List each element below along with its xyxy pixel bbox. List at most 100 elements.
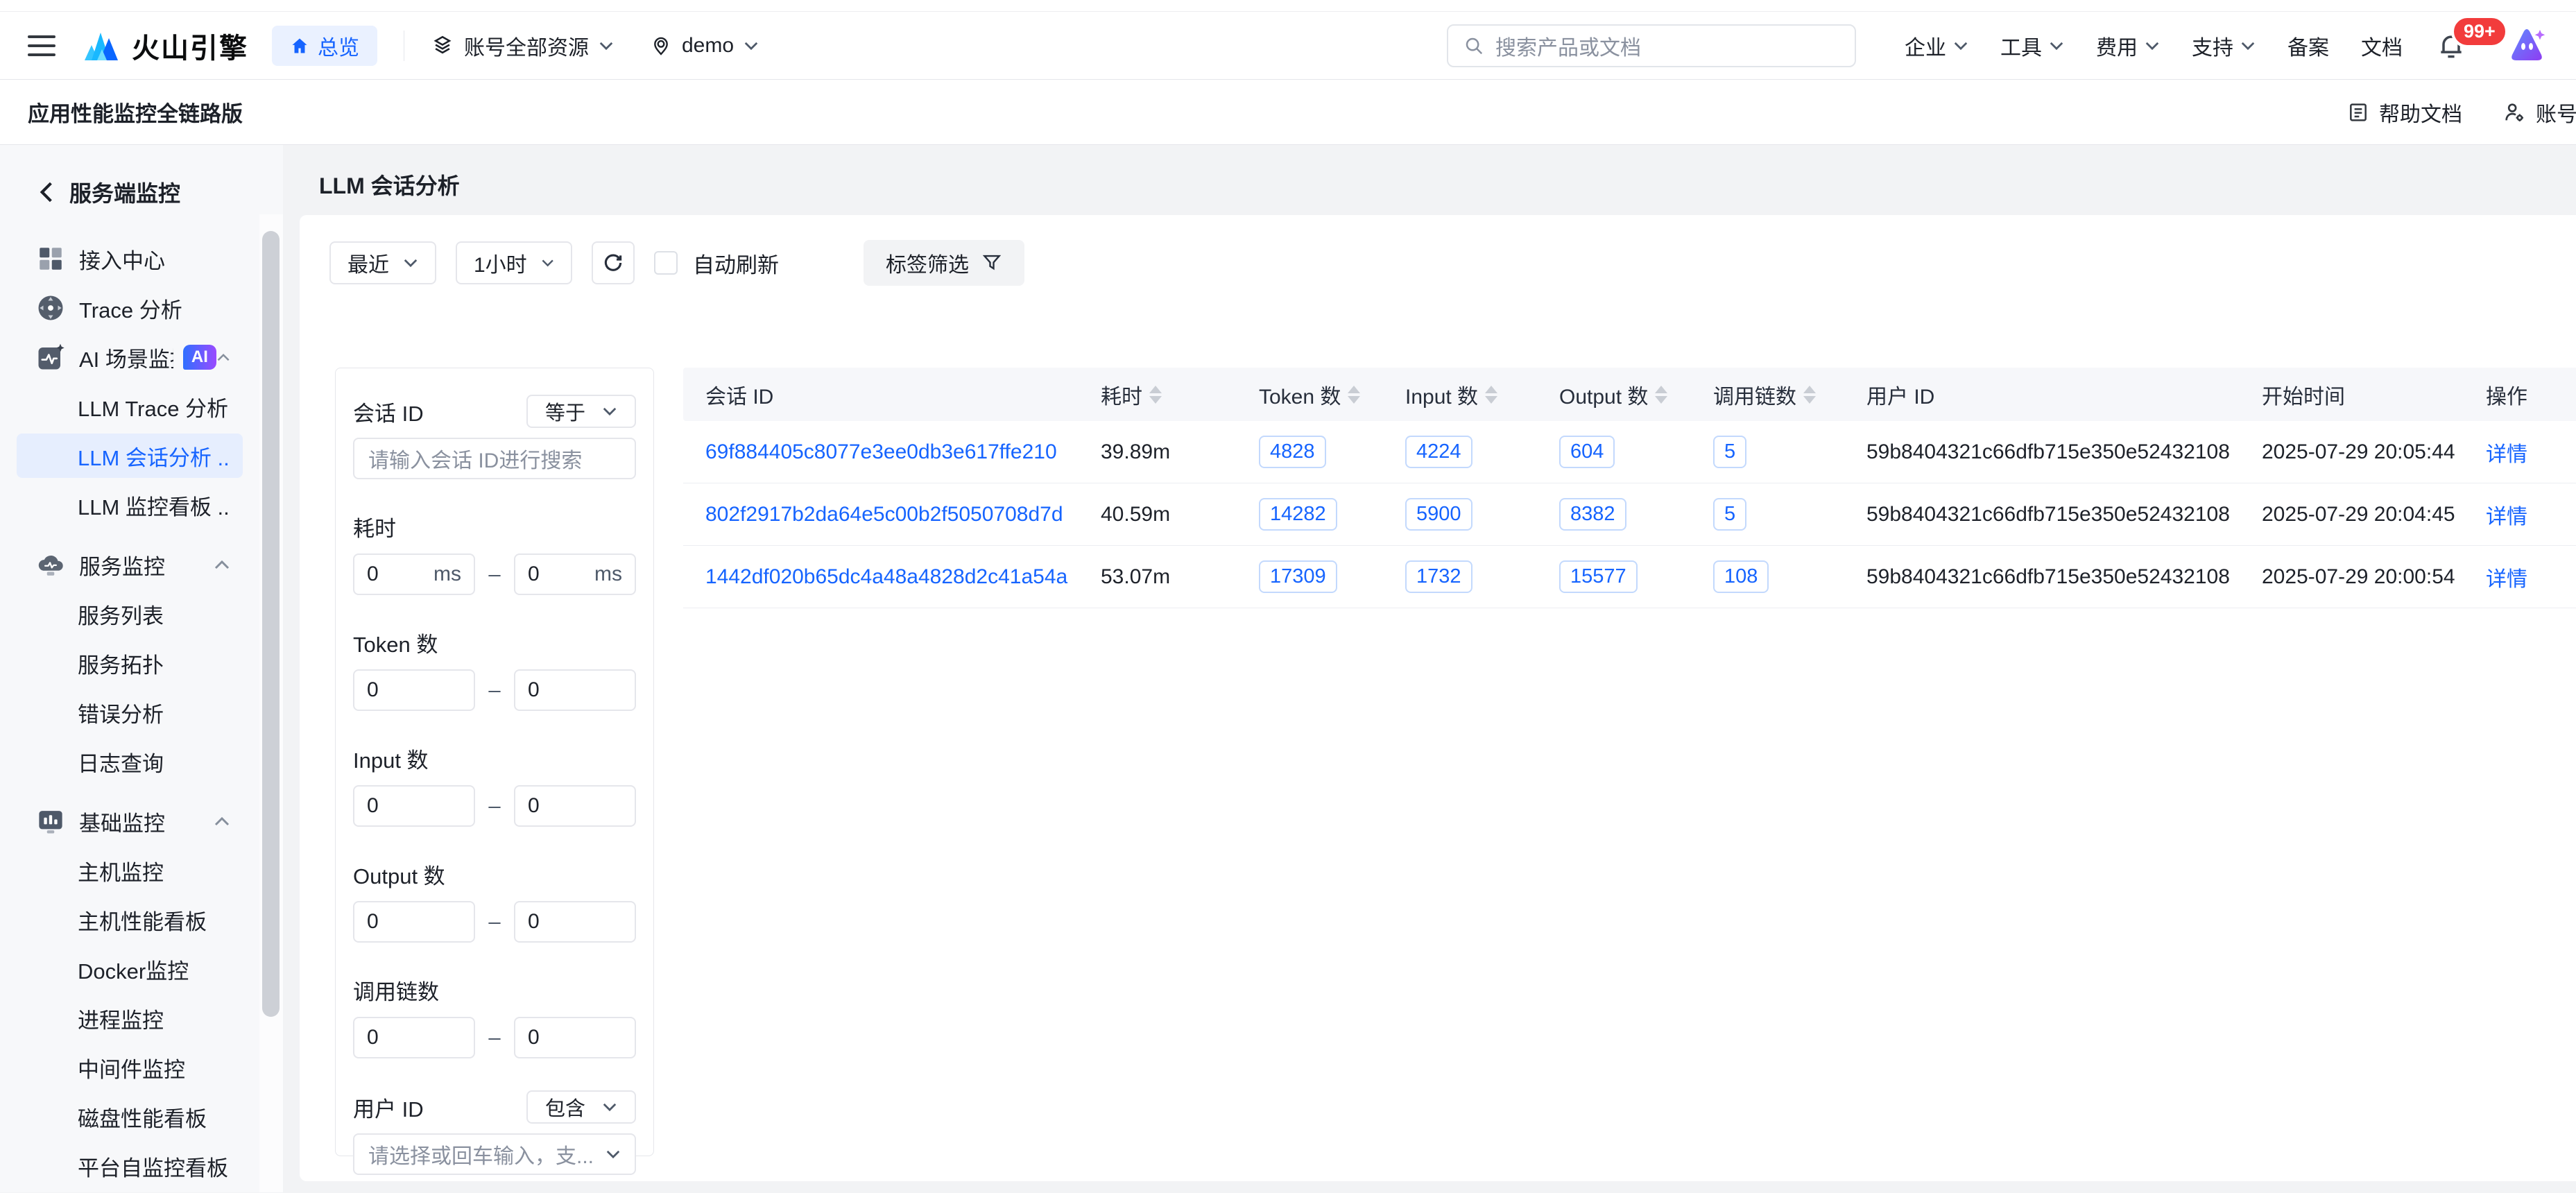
row-detail-link[interactable]: 详情 (2486, 506, 2527, 529)
volcengine-logo[interactable]: 火山引擎 (83, 26, 248, 66)
column-header-input[interactable]: Input 数 (1405, 379, 1559, 410)
output-count-badge[interactable]: 604 (1559, 436, 1615, 468)
sidebar-item-label: 主机监控 (78, 855, 164, 886)
sidebar-item-error-analysis[interactable]: 错误分析 (17, 690, 243, 735)
session-id-input[interactable]: 请输入会话 ID进行搜索 (353, 438, 636, 479)
user-id-select-input[interactable]: 请选择或回车输入，支... (353, 1133, 636, 1175)
sidebar-scrollbar-thumb[interactable] (262, 231, 280, 1017)
duration-max-input[interactable]: 0ms (514, 553, 636, 595)
sidebar-title: 服务端监控 (69, 176, 180, 208)
hamburger-menu-icon[interactable] (28, 35, 55, 56)
token-max-input[interactable]: 0 (514, 669, 636, 711)
sort-icon[interactable] (1803, 386, 1816, 404)
user-id-operator-select[interactable]: 包含 (526, 1090, 636, 1124)
auto-refresh-toggle[interactable]: 自动刷新 (654, 248, 779, 279)
global-search-input[interactable]: 搜索产品或文档 (1447, 24, 1856, 67)
duration-min-input[interactable]: 0ms (353, 553, 475, 595)
input-min-input[interactable]: 0 (353, 785, 475, 827)
notification-bell[interactable]: 99+ (2436, 31, 2466, 61)
output-min-input[interactable]: 0 (353, 901, 475, 943)
menu-icp-filing[interactable]: 备案 (2287, 31, 2329, 61)
token-min-input[interactable]: 0 (353, 669, 475, 711)
sidebar-item-middleware-monitoring[interactable]: 中间件监控 (17, 1045, 243, 1090)
filter-user-id: 用户 ID 包含 请选择或回车输入，支... (353, 1090, 636, 1175)
account-resources-label: 账号全部资源 (464, 31, 589, 61)
sidebar-item-disk-performance-dashboard[interactable]: 磁盘性能看板 (17, 1095, 243, 1139)
tag-filter-button[interactable]: 标签筛选 (864, 240, 1024, 286)
overview-button[interactable]: 总览 (272, 26, 377, 66)
sidebar-item-trace-analysis[interactable]: Trace 分析 (17, 286, 243, 330)
refresh-button[interactable] (592, 241, 635, 284)
traces-count-badge[interactable]: 108 (1713, 560, 1769, 593)
user-id-placeholder: 请选择或回车输入，支... (368, 1139, 594, 1169)
column-header-output[interactable]: Output 数 (1559, 379, 1713, 410)
query-toolbar: 最近 1小时 自动刷新 标签筛选 (329, 241, 1024, 284)
trace-count-min-input[interactable]: 0 (353, 1017, 475, 1058)
sort-icon[interactable] (1655, 386, 1667, 404)
sidebar-item-host-monitoring[interactable]: 主机监控 (17, 848, 243, 893)
row-detail-link[interactable]: 详情 (2486, 443, 2527, 466)
sidebar-item-llm-session-analysis[interactable]: LLM 会话分析 ... (17, 434, 243, 478)
region-dropdown[interactable]: demo (650, 34, 759, 58)
sidebar-item-ai-scenario-monitoring[interactable]: AI 场景监控AI (17, 335, 243, 379)
sidebar-back-header[interactable]: 服务端监控 (0, 145, 283, 209)
sidebar-item-label: Docker监控 (78, 954, 189, 985)
session-id-link[interactable]: 802f2917b2da64e5c00b2f5050708d7d (705, 503, 1063, 526)
column-header-token[interactable]: Token 数 (1259, 379, 1405, 410)
sidebar-item-llm-dashboard[interactable]: LLM 监控看板 ... (17, 483, 243, 527)
token-count-badge[interactable]: 17309 (1259, 560, 1337, 593)
traces-count-badge[interactable]: 5 (1713, 498, 1746, 531)
sidebar-item-host-performance-dashboard[interactable]: 主机性能看板 (17, 898, 243, 942)
sort-icon[interactable] (1149, 386, 1162, 404)
help-docs-link[interactable]: 帮助文档 (2347, 97, 2462, 128)
sidebar-item-llm-trace-analysis[interactable]: LLM Trace 分析 (17, 384, 243, 429)
menu-support[interactable]: 支持 (2192, 31, 2256, 61)
auto-refresh-checkbox[interactable] (654, 251, 678, 275)
sidebar-item-process-monitoring[interactable]: 进程监控 (17, 996, 243, 1040)
sidebar-item-docker-monitoring[interactable]: Docker监控 (17, 947, 243, 991)
sidebar-item-service-monitoring[interactable]: 服务监控 (17, 542, 243, 587)
tag-filter-label: 标签筛选 (886, 248, 969, 278)
sidebar-item-infra-monitoring[interactable]: 基础监控 (17, 799, 243, 843)
session-id-operator-select[interactable]: 等于 (526, 395, 636, 428)
trace-count-max-input[interactable]: 0 (514, 1017, 636, 1058)
output-count-badge[interactable]: 8382 (1559, 498, 1626, 531)
session-id-link[interactable]: 69f884405c8077e3ee0db3e617ffe210 (705, 440, 1057, 463)
column-header-duration[interactable]: 耗时 (1101, 379, 1259, 410)
column-header-traces[interactable]: 调用链数 (1713, 379, 1866, 410)
sidebar-item-service-topology[interactable]: 服务拓扑 (17, 641, 243, 685)
row-detail-link[interactable]: 详情 (2486, 568, 2527, 591)
input-max-input[interactable]: 0 (514, 785, 636, 827)
output-count-badge[interactable]: 15577 (1559, 560, 1638, 593)
chevron-up-icon (216, 352, 230, 363)
sidebar-item-log-query[interactable]: 日志查询 (17, 739, 243, 784)
traces-count-badge[interactable]: 5 (1713, 436, 1746, 468)
menu-tools[interactable]: 工具 (2000, 31, 2064, 61)
input-count-badge[interactable]: 4224 (1405, 436, 1472, 468)
input-count-badge[interactable]: 5900 (1405, 498, 1472, 531)
time-mode-dropdown[interactable]: 最近 (329, 241, 436, 284)
account-resources-dropdown[interactable]: 账号全部资源 (431, 31, 614, 61)
ai-assistant-avatar[interactable] (2505, 26, 2548, 66)
sort-icon[interactable] (1485, 386, 1497, 404)
input-count-badge[interactable]: 1732 (1405, 560, 1472, 593)
top-navbar: 火山引擎 总览 账号全部资源 demo 搜索产品或文档 企业 工具 费用 支持 … (0, 12, 2576, 80)
sidebar-item-service-list[interactable]: 服务列表 (17, 592, 243, 636)
menu-billing[interactable]: 费用 (2096, 31, 2160, 61)
sidebar-item-access-center[interactable]: 接入中心 (17, 237, 243, 281)
session-id-link[interactable]: 1442df020b65dc4a48a4828d2c41a54a (705, 565, 1067, 588)
menu-enterprise[interactable]: 企业 (1905, 31, 1968, 61)
column-header-user_id: 用户 ID (1866, 379, 2262, 410)
cloud-monitor-icon (36, 550, 65, 579)
sort-icon[interactable] (1348, 386, 1360, 404)
token-count-badge[interactable]: 14282 (1259, 498, 1337, 531)
time-range-dropdown[interactable]: 1小时 (456, 241, 572, 284)
main-area: LLM 会话分析 最近 1小时 自动 (283, 145, 2576, 1192)
menu-docs[interactable]: 文档 (2361, 31, 2403, 61)
output-max-input[interactable]: 0 (514, 901, 636, 943)
user_id-cell: 59b8404321c66dfb715e350e52432108 (1866, 565, 2230, 588)
filter-input-count: Input 数 0 – 0 (353, 743, 636, 827)
token-count-badge[interactable]: 4828 (1259, 436, 1326, 468)
sidebar-item-platform-self-monitoring-dashboard[interactable]: 平台自监控看板 (17, 1144, 243, 1188)
account-permission-link[interactable]: 账号权限 (2502, 97, 2576, 128)
